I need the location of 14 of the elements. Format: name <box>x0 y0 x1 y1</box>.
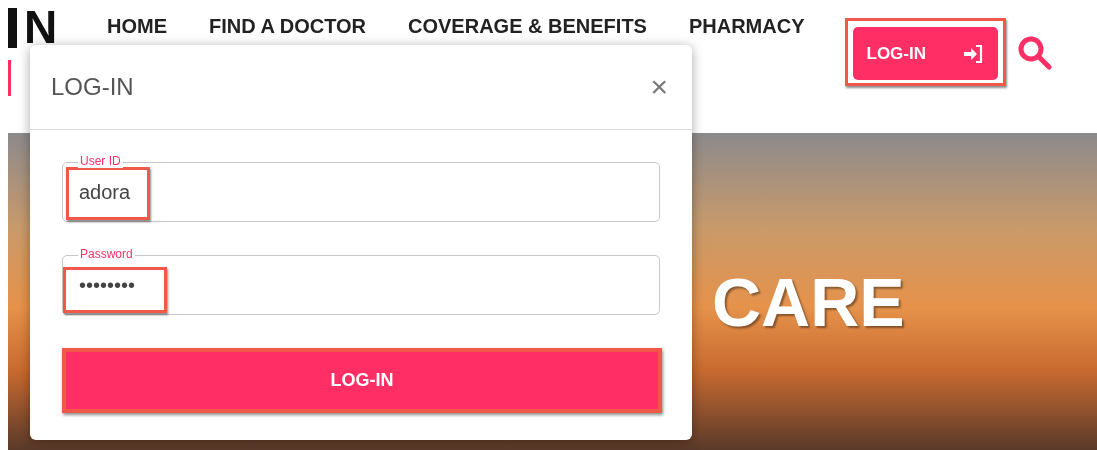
logo-text: N <box>24 6 58 48</box>
nav-link[interactable]: PHARMACY <box>688 15 805 38</box>
search-icon[interactable] <box>1017 36 1052 70</box>
nav-link[interactable]: FIND A DOCTOR <box>209 15 367 38</box>
nav-link[interactable]: HOME <box>107 15 167 38</box>
dialog-title: LOG-IN <box>51 73 134 101</box>
login-button[interactable]: LOG-IN <box>62 348 662 413</box>
field-label: Password <box>78 247 135 261</box>
hero-heading: CARE <box>712 270 905 334</box>
close-button[interactable]: × <box>646 70 672 104</box>
nav-link[interactable]: COVERAGE & BENEFITS <box>408 15 647 38</box>
login-button[interactable]: LOG-IN <box>852 27 998 80</box>
sign-in-icon <box>961 44 984 63</box>
field-label: User ID <box>78 154 123 168</box>
